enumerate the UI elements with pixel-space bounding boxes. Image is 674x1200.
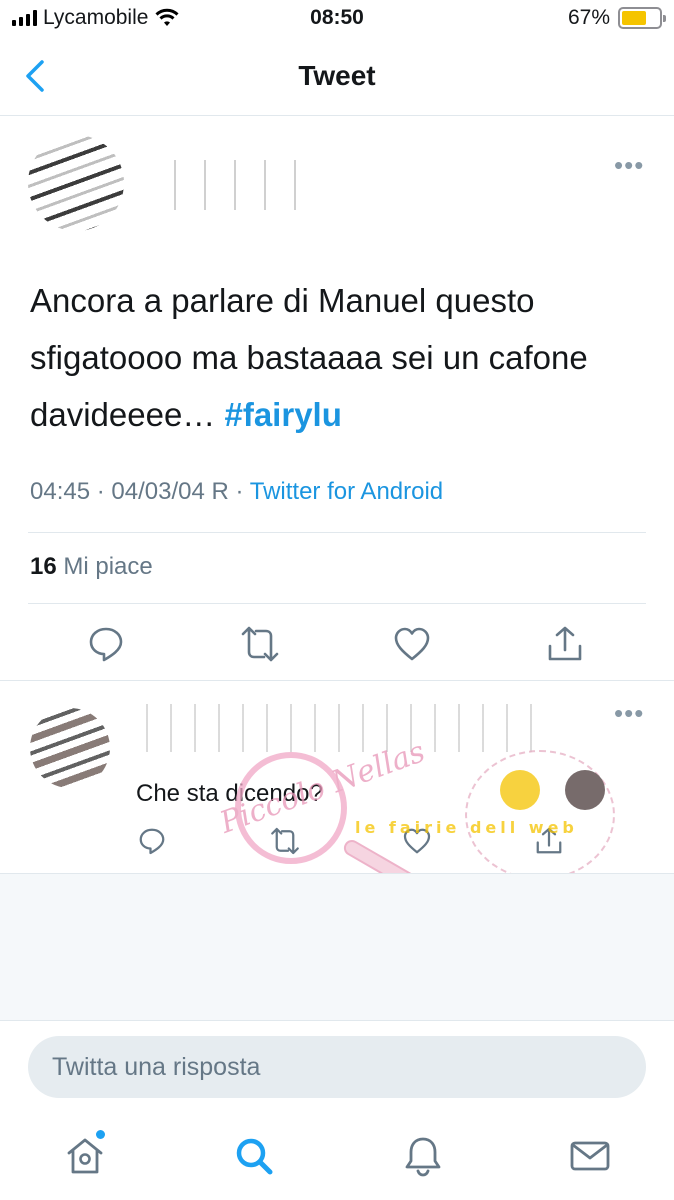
tweet-actions [0, 624, 674, 674]
share-button[interactable] [545, 624, 585, 664]
battery-percent: 67% [567, 6, 610, 29]
likes-count: 16 [30, 553, 57, 580]
home-notification-dot [96, 1130, 105, 1139]
tweet-text: Ancora a parlare di Manuel questo sfigat… [30, 272, 650, 443]
mail-icon [570, 1141, 610, 1171]
tweet-meta: 04:45 · 04/03/04 R · Twitter for Android [30, 478, 443, 506]
tab-bar [0, 1110, 674, 1200]
meta-separator: · [235, 478, 244, 505]
tweet-date: 04/03/04 R [111, 478, 229, 505]
likes-label: Mi piace [63, 553, 153, 580]
more-options-button[interactable]: ••• [614, 150, 644, 181]
reply-button[interactable] [86, 624, 126, 664]
home-icon [67, 1138, 103, 1174]
retweet-icon [241, 626, 279, 662]
reply-author-name-obscured[interactable] [136, 704, 536, 752]
author-avatar[interactable] [28, 135, 124, 231]
reply-input[interactable]: Twitta una risposta [28, 1036, 646, 1098]
hashtag-link[interactable]: #fairylu [224, 396, 341, 433]
tweet-source-link[interactable]: Twitter for Android [250, 478, 443, 505]
bell-icon [405, 1137, 441, 1177]
reply-share-button[interactable] [534, 826, 564, 856]
tab-messages[interactable] [568, 1134, 612, 1178]
reply-actions [0, 826, 674, 876]
nav-bar: Tweet [0, 40, 674, 116]
divider [28, 532, 646, 533]
search-icon [236, 1138, 273, 1175]
tab-notifications[interactable] [401, 1134, 445, 1178]
likes-link[interactable]: 16 Mi piace [30, 553, 153, 581]
page-title: Tweet [298, 60, 376, 91]
like-button[interactable] [392, 624, 432, 664]
tab-home[interactable] [63, 1134, 107, 1178]
heart-icon [403, 828, 431, 854]
reply-like-button[interactable] [402, 826, 432, 856]
heart-icon [394, 627, 430, 661]
meta-separator: · [96, 478, 105, 505]
battery-fill [622, 11, 647, 25]
author-name-obscured[interactable] [160, 160, 320, 210]
reply-retweet-button[interactable] [270, 826, 300, 856]
reply-author-avatar[interactable] [30, 708, 110, 788]
cartoon-face-icon [565, 770, 605, 810]
share-icon [548, 626, 582, 661]
reply-more-options-button[interactable]: ••• [614, 698, 644, 729]
divider [28, 603, 646, 604]
reply-text: Che sta dicendo? [136, 780, 323, 807]
retweet-icon [271, 827, 299, 855]
comment-icon [89, 627, 123, 662]
empty-area [0, 873, 674, 1021]
reply-comment-button[interactable] [137, 826, 167, 856]
tab-search[interactable] [232, 1134, 276, 1178]
cartoon-face-icon [500, 770, 540, 810]
share-icon [536, 827, 562, 854]
tweet-time: 04:45 [30, 478, 91, 505]
comment-icon [139, 828, 165, 855]
status-right: 67% [567, 6, 666, 30]
status-bar: Lycamobile 08:50 67% [0, 0, 674, 40]
divider [0, 680, 674, 681]
retweet-button[interactable] [240, 624, 280, 664]
battery-icon [618, 7, 666, 29]
